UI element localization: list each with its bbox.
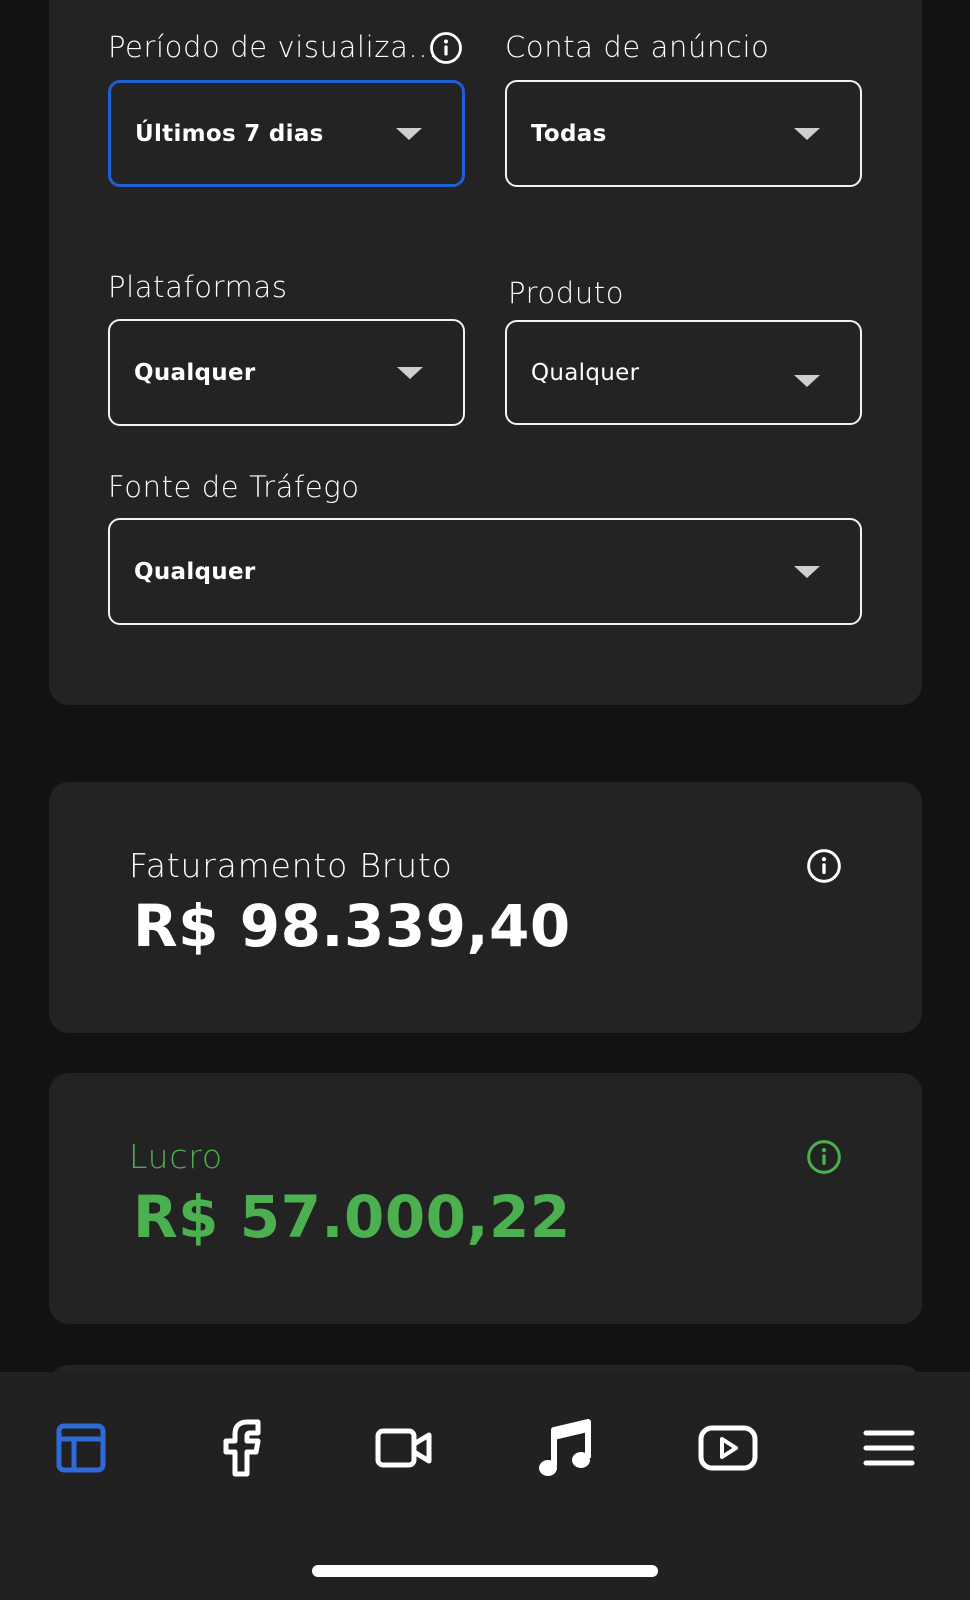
tab-video[interactable] — [364, 1408, 444, 1488]
traffic-source-select[interactable]: Qualquer — [108, 518, 862, 625]
chevron-down-icon — [794, 374, 820, 387]
menu-icon — [863, 1430, 915, 1466]
tab-menu[interactable] — [849, 1408, 929, 1488]
product-select[interactable]: Qualquer — [505, 320, 862, 425]
video-camera-icon — [375, 1428, 432, 1468]
gross-revenue-value: R$ 98.339,40 — [133, 892, 571, 960]
info-icon[interactable] — [806, 1139, 842, 1175]
traffic-source-label: Fonte de Tráfego — [108, 470, 360, 504]
info-icon[interactable] — [429, 31, 463, 65]
ad-account-select[interactable]: Todas — [505, 80, 862, 187]
period-label: Período de visualiza... — [108, 30, 438, 64]
gross-revenue-card: Faturamento Bruto R$ 98.339,40 — [49, 782, 922, 1033]
period-select-value: Últimos 7 dias — [135, 120, 324, 147]
tab-music[interactable] — [526, 1408, 606, 1488]
period-select[interactable]: Últimos 7 dias — [108, 80, 465, 187]
profit-value: R$ 57.000,22 — [133, 1183, 571, 1251]
tab-facebook[interactable] — [203, 1408, 283, 1488]
profit-label: Lucro — [129, 1137, 223, 1176]
profit-card: Lucro R$ 57.000,22 — [49, 1073, 922, 1324]
youtube-icon — [698, 1425, 758, 1471]
traffic-source-select-value: Qualquer — [134, 558, 256, 585]
dashboard-icon — [56, 1423, 106, 1473]
gross-revenue-label: Faturamento Bruto — [129, 846, 453, 885]
chevron-down-icon — [396, 127, 422, 140]
ad-account-select-value: Todas — [531, 120, 607, 147]
tab-dashboard[interactable] — [41, 1408, 121, 1488]
platforms-select-value: Qualquer — [134, 359, 256, 386]
ad-account-label: Conta de anúncio — [505, 30, 770, 64]
home-indicator — [312, 1565, 658, 1577]
product-select-value: Qualquer — [531, 359, 640, 386]
tab-youtube[interactable] — [688, 1408, 768, 1488]
platforms-select[interactable]: Qualquer — [108, 319, 465, 426]
platforms-label: Plataformas — [108, 270, 288, 304]
facebook-icon — [223, 1419, 261, 1477]
info-icon[interactable] — [806, 848, 842, 884]
product-label: Produto — [508, 276, 625, 310]
chevron-down-icon — [397, 366, 423, 379]
music-note-icon — [539, 1419, 591, 1476]
chevron-down-icon — [794, 565, 820, 578]
chevron-down-icon — [794, 127, 820, 140]
